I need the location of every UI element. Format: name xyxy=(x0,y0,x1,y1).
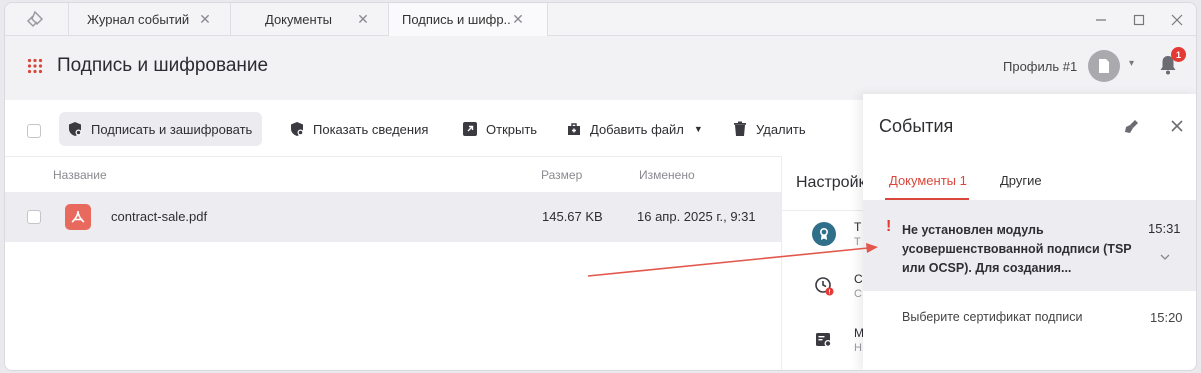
chevron-down-icon[interactable]: ▾ xyxy=(1129,58,1134,69)
pdf-icon xyxy=(71,210,85,223)
chevron-down-icon[interactable] xyxy=(1159,253,1171,261)
settings-item-subtitle: С xyxy=(854,288,862,300)
minimize-button[interactable] xyxy=(1082,3,1120,36)
main-content: Подписать и зашифровать Показать сведени… xyxy=(5,100,866,370)
event-message: Не установлен модуль усовершенствованной… xyxy=(902,223,1132,275)
pdf-file-icon xyxy=(65,204,91,230)
cert-icon xyxy=(812,328,836,352)
caret-down-icon[interactable]: ▼ xyxy=(694,124,703,134)
maximize-icon xyxy=(1133,14,1145,25)
settings-item-clock[interactable]: С С xyxy=(798,270,863,306)
settings-item-cert[interactable]: М Н xyxy=(798,324,864,360)
window-controls xyxy=(1082,3,1196,36)
tab-documents[interactable]: Документы ✕ xyxy=(230,3,388,36)
event-time: 15:31 xyxy=(1148,221,1181,236)
tab-documents-events[interactable]: Документы 1 xyxy=(889,173,967,188)
show-info-label: Показать сведения xyxy=(313,121,429,137)
table-row[interactable]: contract-sale.pdf 145.67 KB 16 апр. 2025… xyxy=(5,192,781,242)
column-name[interactable]: Название xyxy=(53,168,107,182)
tab-sign-encrypt[interactable]: Подпись и шифр... ✕ xyxy=(388,3,548,36)
tab-label: Журнал событий xyxy=(87,12,190,27)
row-checkbox[interactable] xyxy=(27,210,41,224)
shield-sign-icon xyxy=(69,122,82,136)
open-button[interactable]: Открыть xyxy=(454,112,547,146)
toolbar: Подписать и зашифровать Показать сведени… xyxy=(5,100,863,156)
column-modified[interactable]: Изменено xyxy=(639,168,695,182)
table-header: Название Размер Изменено xyxy=(5,156,781,192)
sign-encrypt-label: Подписать и зашифровать xyxy=(91,121,253,137)
settings-item-title: Т xyxy=(854,220,862,234)
sign-encrypt-button[interactable]: Подписать и зашифровать xyxy=(59,112,263,146)
event-message: Выберите сертификат подписи xyxy=(902,310,1083,324)
settings-item-title: С xyxy=(854,272,863,286)
minimize-icon xyxy=(1096,18,1106,21)
event-item-info[interactable]: Выберите сертификат подписи 15:20 xyxy=(863,291,1196,341)
settings-item-badge[interactable]: Т Т xyxy=(798,218,862,254)
file-name[interactable]: contract-sale.pdf xyxy=(111,209,207,224)
tab-other-events[interactable]: Другие xyxy=(1000,173,1042,188)
settings-title: Настройк xyxy=(796,174,866,191)
events-title: События xyxy=(879,116,954,136)
event-time: 15:20 xyxy=(1150,310,1183,325)
close-icon[interactable]: ✕ xyxy=(198,12,212,26)
badge-icon xyxy=(812,222,836,246)
document-icon xyxy=(1099,59,1109,73)
events-panel: События Документы 1 Другие ! Не установл… xyxy=(863,94,1196,370)
column-size[interactable]: Размер xyxy=(541,168,582,182)
settings-item-subtitle: Н xyxy=(854,342,862,354)
tab-bar: Журнал событий ✕ Документы ✕ Подпись и ш… xyxy=(5,3,1196,36)
maximize-button[interactable] xyxy=(1120,3,1158,36)
close-icon[interactable]: ✕ xyxy=(356,12,370,26)
tab-event-log[interactable]: Журнал событий ✕ xyxy=(68,3,230,36)
open-label: Открыть xyxy=(486,121,538,137)
clock-icon xyxy=(812,274,836,298)
app-logo-icon xyxy=(26,10,44,28)
clear-all-icon[interactable] xyxy=(1124,118,1140,134)
warning-icon: ! xyxy=(886,218,892,235)
app-header: Подпись и шифрование Профиль #1 ▾ 1 xyxy=(5,36,1196,100)
settings-panel: Настройк Т Т С С М Н xyxy=(781,156,866,370)
file-size: 145.67 KB xyxy=(542,209,603,224)
apps-grid-icon[interactable] xyxy=(27,58,43,74)
page-title: Подпись и шифрование xyxy=(57,55,269,76)
close-icon xyxy=(1171,14,1183,25)
divider xyxy=(782,210,863,211)
event-item-warning[interactable]: ! Не установлен модуль усовершенствованн… xyxy=(863,201,1196,291)
add-file-icon xyxy=(568,123,580,135)
close-window-button[interactable] xyxy=(1158,3,1196,36)
shield-info-icon xyxy=(291,122,304,136)
avatar[interactable] xyxy=(1088,50,1120,82)
delete-label: Удалить xyxy=(756,121,806,137)
select-all-checkbox[interactable] xyxy=(27,124,41,138)
close-icon[interactable]: ✕ xyxy=(511,12,525,26)
open-external-icon xyxy=(463,122,477,136)
profile-name[interactable]: Профиль #1 xyxy=(1003,59,1077,74)
notification-badge: 1 xyxy=(1171,47,1186,62)
tab-label: Подпись и шифр... xyxy=(402,12,512,27)
add-file-button[interactable]: Добавить файл ▼ xyxy=(558,112,713,146)
file-modified: 16 апр. 2025 г., 9:31 xyxy=(637,209,756,224)
settings-item-subtitle: Т xyxy=(854,236,861,248)
trash-icon xyxy=(734,121,746,136)
close-icon[interactable] xyxy=(1169,118,1185,134)
delete-button[interactable]: Удалить xyxy=(724,112,816,146)
tab-label: Документы xyxy=(265,12,333,27)
app-window: Журнал событий ✕ Документы ✕ Подпись и ш… xyxy=(4,2,1197,371)
show-info-button[interactable]: Показать сведения xyxy=(281,112,438,146)
add-file-label: Добавить файл xyxy=(590,121,684,137)
